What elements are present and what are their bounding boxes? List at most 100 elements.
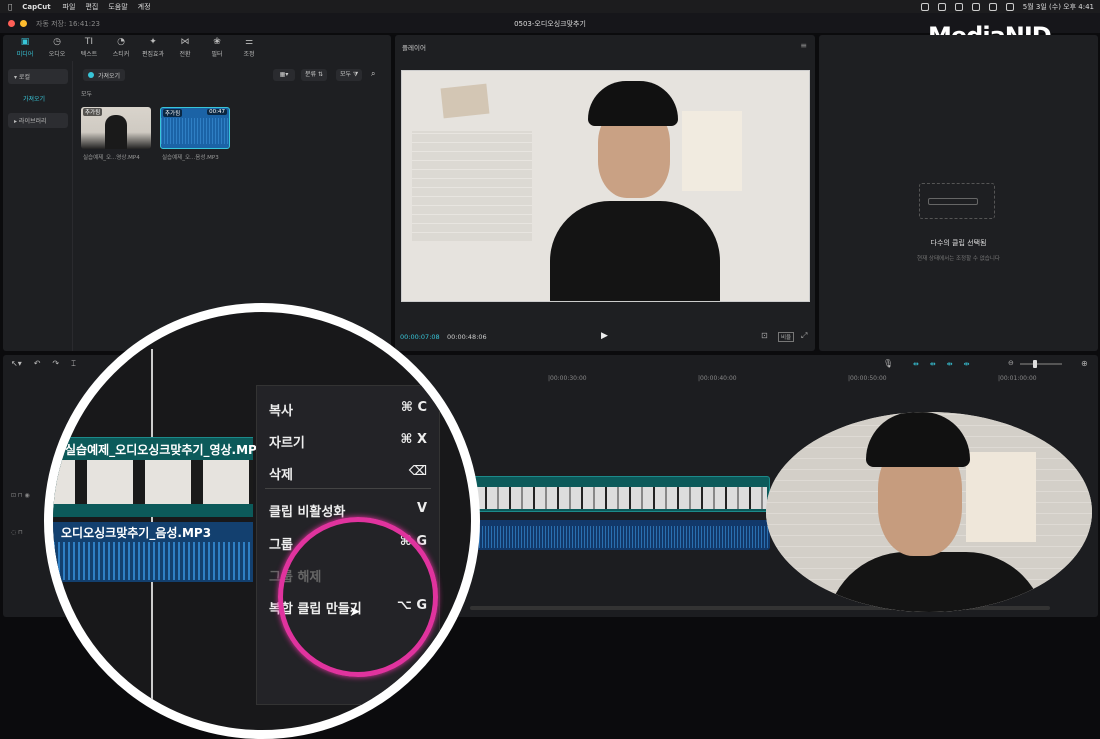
zoomed-filmstrip (53, 460, 253, 504)
tab-label: 미디어 (16, 51, 34, 58)
sidebar-item-import[interactable]: 가져오기 (17, 91, 51, 106)
webcam-overlay (766, 412, 1092, 612)
wifi-icon[interactable] (971, 2, 980, 11)
app-menu[interactable]: CapCut (22, 3, 50, 11)
sidebar-item-label: 라이브러리 (18, 118, 47, 125)
webcam-poster (966, 452, 1036, 542)
zoomed-video-clip[interactable]: 실습예제_오디오싱크맞추기_영상.MP4 (53, 437, 265, 517)
import-button[interactable]: 가져오기 (83, 69, 126, 81)
search-icon[interactable] (1005, 2, 1014, 11)
track-visibility-icon[interactable]: ⊡ ⊓ ◉ (11, 492, 30, 499)
duration-badge: 00:47 (207, 109, 227, 115)
zoomed-waveform (53, 542, 253, 580)
media-item-video[interactable]: 추가됨 (81, 107, 151, 149)
menu-account[interactable]: 계정 (138, 2, 151, 12)
view-toggle-icon[interactable]: ▦▾ (273, 69, 295, 81)
zoomed-audio-clip[interactable]: 오디오싱크맞추기_음성.MP3 (53, 522, 253, 582)
media-item-caption: 실습예제_오...영상.MP4 (83, 155, 140, 161)
filter-button[interactable]: 모두 ⧩ (336, 69, 363, 81)
media-panel: ▣ 미디어 ◷ 오디오 TI 텍스트 ◔ 스티커 ✦ 편집효과 ⋈ 전환 ❀ 필터 ⚌ 조정 ▾… (3, 35, 391, 351)
search-icon[interactable]: ⌕ (371, 69, 375, 79)
tab-sticker[interactable]: ◔ 스티커 (105, 35, 137, 61)
player-title: 플레이어 (402, 44, 426, 52)
tab-label: 편집효과 (141, 51, 165, 58)
ruler-tick: |00:01:00:00 (998, 375, 1037, 382)
zoom-thumb[interactable] (1033, 360, 1037, 368)
menu-help[interactable]: 도움말 (108, 2, 127, 12)
added-badge: 추가됨 (83, 108, 103, 116)
tab-label: 스티커 (112, 51, 130, 58)
sort-button[interactable]: 분류 ⇅ (301, 69, 327, 81)
menubar-clock[interactable]: 5월 3일 (수) 오후 4:41 (1023, 2, 1094, 12)
audio-clip[interactable] (470, 520, 770, 550)
video-clip[interactable] (470, 476, 770, 512)
audio-clip-label: 오디오싱크맞추기_음성.MP3 (61, 526, 212, 540)
clip-filmstrip (475, 487, 767, 509)
current-time: 00:00:07:08 (400, 333, 440, 341)
waveform (161, 118, 229, 144)
sidebar-item-label: 로컬 (18, 74, 30, 81)
menu-item-copy[interactable]: 복사 ⌘ C (269, 400, 427, 419)
detail-subtitle: 현재 상태에서는 조정할 수 없습니다 (917, 256, 1000, 262)
added-badge: 추가됨 (163, 109, 183, 117)
menu-item-delete[interactable]: 삭제 ⌫ (269, 464, 427, 483)
tab-media[interactable]: ▣ 미디어 (9, 35, 41, 61)
link-icon[interactable]: ⇹ (913, 360, 919, 368)
battery-icon[interactable] (988, 2, 997, 11)
sidebar-item-local[interactable]: ▾ 로컬 (8, 69, 68, 84)
apple-icon[interactable]:  (8, 3, 12, 11)
clip-shape (928, 198, 978, 205)
timeline-toolbar: ↖▾ ↶ ↷ ⌶ (11, 359, 76, 369)
menu-item-cut[interactable]: 자르기 ⌘ X (269, 432, 427, 451)
split-icon[interactable]: ⌶ (71, 359, 76, 369)
preview-axis-icon[interactable]: ⇹ (947, 360, 953, 368)
mouse-cursor-icon: ➤ (349, 604, 361, 620)
tab-filter[interactable]: ❀ 필터 (201, 35, 233, 61)
tab-effects[interactable]: ✦ 편집효과 (137, 35, 169, 61)
tab-transition[interactable]: ⋈ 전환 (169, 35, 201, 61)
tab-adjust[interactable]: ⚌ 조정 (233, 35, 265, 61)
redo-icon[interactable]: ↷ (52, 359, 59, 369)
tab-text[interactable]: TI 텍스트 (73, 35, 105, 61)
linkage-icon[interactable]: ⇹ (964, 360, 970, 368)
media-item-audio[interactable]: 추가됨 00:47 (160, 107, 230, 149)
zoom-out-icon[interactable]: ⊖ (1008, 359, 1014, 367)
microphone-icon[interactable]: 🎙 (883, 359, 893, 368)
status-icon[interactable] (937, 2, 946, 11)
wall-chart (412, 131, 532, 241)
zoom-slider[interactable]: ⊖ (1008, 359, 1068, 368)
tab-label: 텍스트 (80, 51, 98, 58)
menu-file[interactable]: 파일 (63, 2, 76, 12)
menu-icon[interactable]: ≡ (800, 41, 807, 50)
menu-edit[interactable]: 편집 (85, 2, 98, 12)
status-icon[interactable] (920, 2, 929, 11)
play-button[interactable]: ▶ (601, 331, 608, 341)
menu-shortcut: V (416, 501, 427, 516)
menu-item-label: 자르기 (269, 436, 305, 451)
track-audio-icon[interactable]: ◌ ⊓ (11, 529, 23, 536)
sticker-icon: ◔ (117, 37, 125, 47)
tab-label: 전환 (179, 51, 191, 58)
video-clip-label: 실습예제_오디오싱크맞추기_영상.MP4 (65, 443, 266, 457)
player-panel: 플레이어 ≡ 00:00:07:08 00:00:48:06 ▶ ⊡ 비율 ⤢ (395, 35, 815, 351)
import-label: 가져오기 (98, 72, 121, 80)
filter-icon: ❀ (213, 37, 221, 47)
magnet-icon[interactable]: ⇹ (930, 360, 936, 368)
ratio-button[interactable]: 비율 (778, 332, 795, 342)
video-preview[interactable] (401, 70, 810, 302)
undo-icon[interactable]: ↶ (34, 359, 41, 369)
sidebar-item-library[interactable]: ▸ 라이브러리 (8, 113, 68, 128)
wall-calendar (440, 83, 490, 119)
status-icon[interactable] (954, 2, 963, 11)
zoom-in-icon[interactable]: ⊕ (1081, 359, 1088, 368)
multi-clip-icon (919, 183, 995, 219)
fullscreen-icon[interactable]: ⤢ (801, 331, 807, 341)
screenshot-icon[interactable]: ⊡ (761, 331, 768, 340)
media-toolbar: ▣ 미디어 ◷ 오디오 TI 텍스트 ◔ 스티커 ✦ 편집효과 ⋈ 전환 ❀ 필터 ⚌ 조정 (3, 35, 391, 61)
select-tool-icon[interactable]: ↖▾ (11, 359, 22, 369)
tab-audio[interactable]: ◷ 오디오 (41, 35, 73, 61)
media-icon: ▣ (20, 37, 30, 47)
audio-waveform (470, 526, 770, 548)
person-body (550, 201, 720, 301)
menu-item-label: 클립 비활성화 (269, 505, 346, 520)
